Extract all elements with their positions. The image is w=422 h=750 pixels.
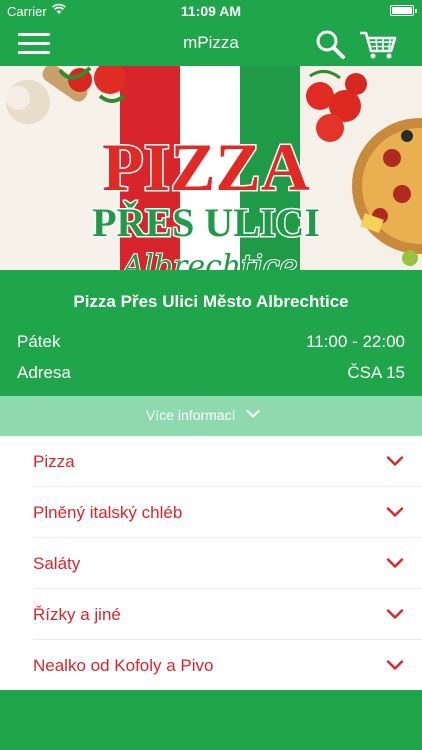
chevron-down-icon (386, 456, 404, 466)
cart-icon[interactable] (358, 28, 398, 60)
chevron-down-icon (386, 609, 404, 619)
category-item-filled-italian-bread[interactable]: Plněný italský chléb (0, 487, 422, 538)
bottom-green-area (0, 690, 422, 750)
navigation-bar: mPizza (0, 22, 422, 66)
restaurant-name: Pizza Přes Ulici Město Albrechtice (73, 292, 349, 311)
more-info-label: Více informací (146, 407, 236, 423)
category-item-schnitzels[interactable]: Řízky a jiné (0, 589, 422, 640)
restaurant-info-panel: Pizza Přes Ulici Město Albrechtice Pátek… (0, 270, 422, 396)
banner-illustration: PIZZA PŘES ULICI Albrechtice (0, 66, 422, 270)
category-item-drinks[interactable]: Nealko od Kofoly a Pivo (0, 640, 422, 691)
address-value: ČSA 15 (347, 363, 405, 382)
category-label: Pizza (33, 452, 75, 471)
category-label: Nealko od Kofoly a Pivo (33, 656, 214, 675)
app-header: Carrier 11:09 AM mPizza (0, 0, 422, 66)
menu-category-list: Pizza Plněný italský chléb Saláty Řízky … (0, 436, 422, 690)
address-label: Adresa (17, 363, 71, 382)
battery-icon (390, 5, 417, 16)
category-label: Saláty (33, 554, 81, 573)
status-time: 11:09 AM (180, 3, 242, 19)
more-info-button[interactable]: Více informací (0, 396, 422, 436)
chevron-down-icon (246, 409, 260, 418)
banner-logo-line2: PŘES ULICI (92, 200, 320, 245)
chevron-down-icon (386, 558, 404, 568)
status-bar: Carrier 11:09 AM (0, 0, 422, 22)
category-item-pizza[interactable]: Pizza (0, 436, 422, 487)
restaurant-banner-image: PIZZA PŘES ULICI Albrechtice (0, 66, 422, 270)
search-icon[interactable] (314, 28, 346, 60)
banner-logo-line1: PIZZA (102, 129, 310, 205)
category-item-salads[interactable]: Saláty (0, 538, 422, 589)
category-label: Řízky a jiné (33, 605, 121, 624)
chevron-down-icon (386, 507, 404, 517)
day-label: Pátek (17, 332, 61, 351)
banner-logo-script: Albrechtice (120, 249, 298, 270)
category-label: Plněný italský chléb (33, 503, 183, 522)
chevron-down-icon (386, 660, 404, 670)
opening-hours-value: 11:00 - 22:00 (306, 332, 405, 351)
